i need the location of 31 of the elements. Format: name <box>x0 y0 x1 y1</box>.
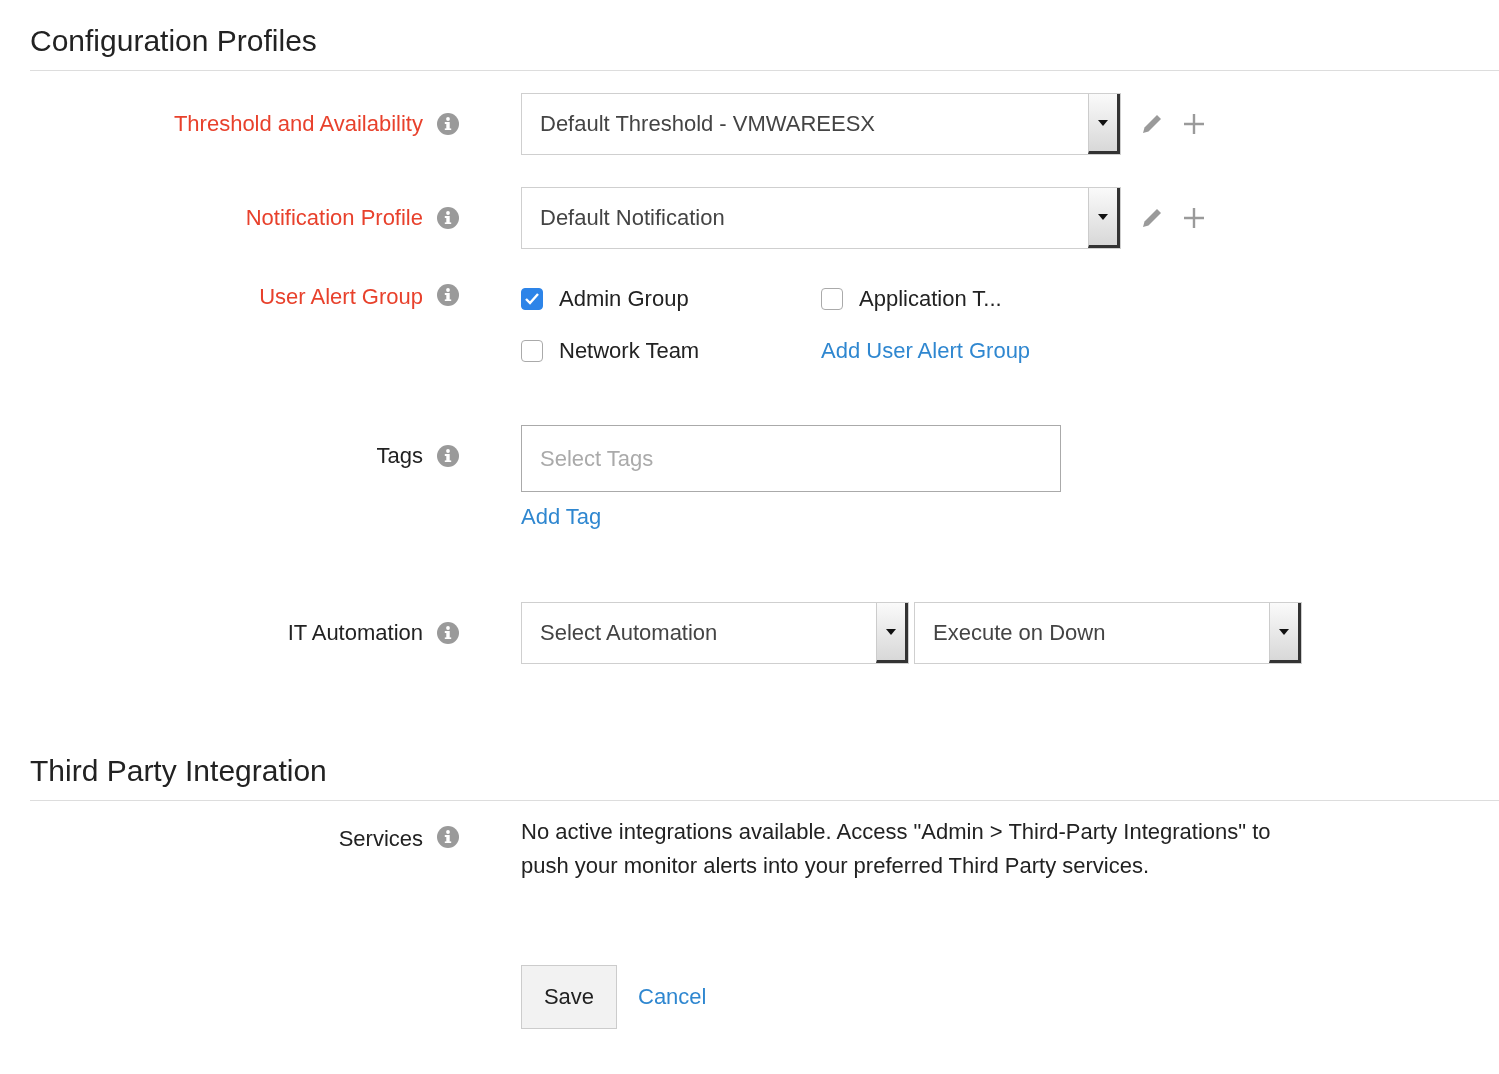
caret-icon <box>1098 213 1108 220</box>
field-label: Threshold and Availability <box>173 110 423 138</box>
info-text: No active integrations available. Access "Admin > Third-Party Integrations" to push your monitor alerts into your preferred Third Party services. <box>521 818 1272 880</box>
field-label: Notification Profile <box>245 204 423 232</box>
field-label: Tags <box>376 442 423 470</box>
plus-icon[interactable] <box>1183 113 1205 135</box>
plus-icon[interactable] <box>1183 207 1205 229</box>
caret-icon <box>886 628 896 635</box>
tags-field[interactable]: Select Tags <box>521 425 1061 492</box>
checkbox-label[interactable]: Admin Group <box>559 286 689 312</box>
caret-icon <box>1279 628 1289 635</box>
checkbox-label[interactable]: Network Team <box>559 338 700 364</box>
cancel-link[interactable]: Cancel <box>638 984 707 1010</box>
checkbox[interactable] <box>521 340 543 362</box>
section-heading: Configuration Profiles <box>30 0 1499 71</box>
section-heading: Third Party Integration <box>30 754 1499 801</box>
dropdown[interactable]: Select Automation <box>521 602 909 664</box>
checkbox[interactable] <box>521 288 543 310</box>
save-button[interactable]: Save <box>521 965 617 1029</box>
checkmark-icon <box>524 292 540 306</box>
checkbox[interactable] <box>821 288 843 310</box>
dropdown[interactable]: Default Threshold - VMWAREESX <box>521 93 1121 155</box>
caret-icon <box>1098 119 1108 126</box>
add-group-link[interactable]: Add User Alert Group <box>821 325 1499 377</box>
dropdown[interactable]: Default Notification <box>521 187 1121 249</box>
field-label: IT Automation <box>287 619 423 647</box>
field-label: Services <box>338 825 423 853</box>
dropdown[interactable]: Execute on Down <box>914 602 1302 664</box>
field-label: User Alert Group <box>259 283 423 311</box>
add-tag-link[interactable]: Add Tag <box>521 504 602 530</box>
checkbox-label[interactable]: Application T... <box>859 286 1002 312</box>
